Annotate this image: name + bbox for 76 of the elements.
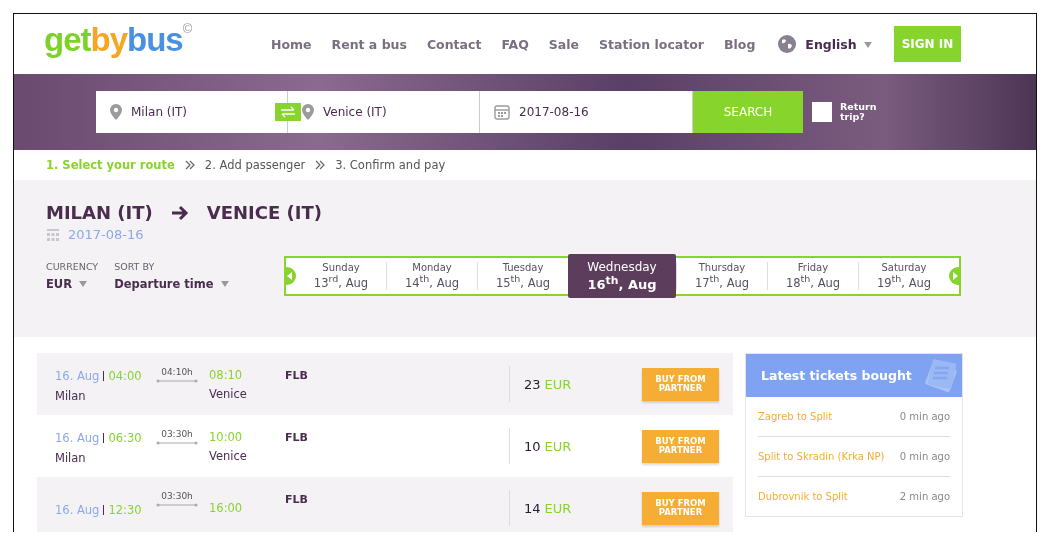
location-pin-icon <box>302 104 314 120</box>
date-tab[interactable]: Sunday 13$^{rd}$, Aug <box>296 262 386 290</box>
chevron-icon <box>184 160 195 170</box>
date-tab[interactable]: Friday 18$^{th}$, Aug <box>767 262 858 290</box>
destination-field[interactable]: Venice (IT) <box>288 91 480 133</box>
route-date: 2017-08-16 <box>68 227 144 242</box>
nav-link[interactable]: Home <box>270 36 312 52</box>
departure-city: Milan <box>55 451 87 465</box>
arrival-time: 08:10 <box>209 367 244 382</box>
swap-button[interactable] <box>275 103 301 121</box>
time-ago: 0 min ago <box>899 411 950 422</box>
nav-link[interactable]: Blog <box>724 36 756 52</box>
language-dropdown[interactable]: English <box>805 36 872 52</box>
date-tab[interactable]: Wednesday 16$^{th}$, Aug <box>568 254 676 298</box>
nav-link[interactable]: FAQ <box>501 36 529 52</box>
date-tab[interactable]: Saturday 19$^{th}$, Aug <box>858 262 949 290</box>
operator-name: FLB <box>285 493 309 506</box>
date-tab[interactable]: Thursday 17$^{th}$, Aug <box>676 262 767 290</box>
trip-date: 16. Aug <box>55 369 100 383</box>
nav-link[interactable]: Contact <box>426 36 482 52</box>
filter-dropdown[interactable]: Departure time <box>114 277 229 291</box>
right-arrow-icon <box>170 204 189 221</box>
price-currency: EUR <box>544 500 572 516</box>
trip-date: 16. Aug <box>55 502 100 517</box>
next-arrow-icon[interactable] <box>949 267 961 285</box>
origin-field[interactable]: Milan (IT) <box>96 91 288 133</box>
return-trip-checkbox[interactable] <box>812 102 832 122</box>
caret-icon <box>220 281 229 287</box>
logo[interactable]: getbybus$^{©}$ <box>44 21 192 59</box>
departure-time: 06:30 <box>108 431 142 445</box>
price-currency: EUR <box>544 376 572 392</box>
nav-link[interactable]: Rent a bus <box>331 36 407 52</box>
arrival-city: Venice <box>209 448 248 463</box>
departure-city: Milan <box>55 389 87 403</box>
departure-time: 04:00 <box>108 369 142 383</box>
price-currency: EUR <box>544 438 572 454</box>
duration-line-icon <box>156 503 198 507</box>
filter-label: CURRENCY <box>46 261 99 272</box>
caret-icon <box>864 41 872 48</box>
swap-arrows-icon <box>280 106 296 118</box>
date-field[interactable]: 2017-08-16 <box>480 91 693 133</box>
operator-name: FLB <box>285 369 309 382</box>
price-amount: 23 <box>524 376 541 392</box>
trip-duration: 03:30h <box>161 491 193 501</box>
location-pin-icon <box>110 104 122 120</box>
step-label: 1. Select your route <box>46 158 175 172</box>
arrival-time: 16:00 <box>209 501 244 515</box>
duration-line-icon <box>156 379 198 383</box>
caret-icon <box>79 281 88 287</box>
calendar-icon <box>46 227 60 242</box>
trip-date: 16. Aug <box>55 431 100 445</box>
route-destination: VENICE (IT) <box>206 202 322 223</box>
globe-icon <box>777 34 798 54</box>
nav-link[interactable]: Sale <box>548 36 579 52</box>
step-label: 2. Add passenger <box>204 158 306 172</box>
filter-dropdown[interactable]: EUR <box>46 277 99 291</box>
date-tab[interactable]: Monday 14$^{th}$, Aug <box>386 262 477 290</box>
return-trip-label: Return trip? <box>840 102 878 122</box>
arrival-time: 10:00 <box>209 429 244 444</box>
duration-line-icon <box>156 441 198 445</box>
calendar-icon <box>494 104 510 120</box>
departure-time: 12:30 <box>108 502 142 517</box>
time-ago: 2 min ago <box>899 491 950 502</box>
trip-duration: 04:10h <box>161 367 193 377</box>
trip-duration: 03:30h <box>161 429 193 439</box>
chevron-icon <box>315 160 326 170</box>
step-label: 3. Confirm and pay <box>335 158 446 172</box>
filter-label: SORT BY <box>114 261 156 272</box>
card-title: Latest tickets bought <box>761 368 912 383</box>
route-origin: MILAN (IT) <box>46 202 153 223</box>
price-amount: 10 <box>524 438 541 454</box>
operator-name: FLB <box>285 431 309 444</box>
arrival-city: Venice <box>209 386 248 401</box>
nav-link[interactable]: Station locator <box>599 36 704 52</box>
time-ago: 0 min ago <box>899 451 950 462</box>
price-amount: 14 <box>524 500 541 516</box>
